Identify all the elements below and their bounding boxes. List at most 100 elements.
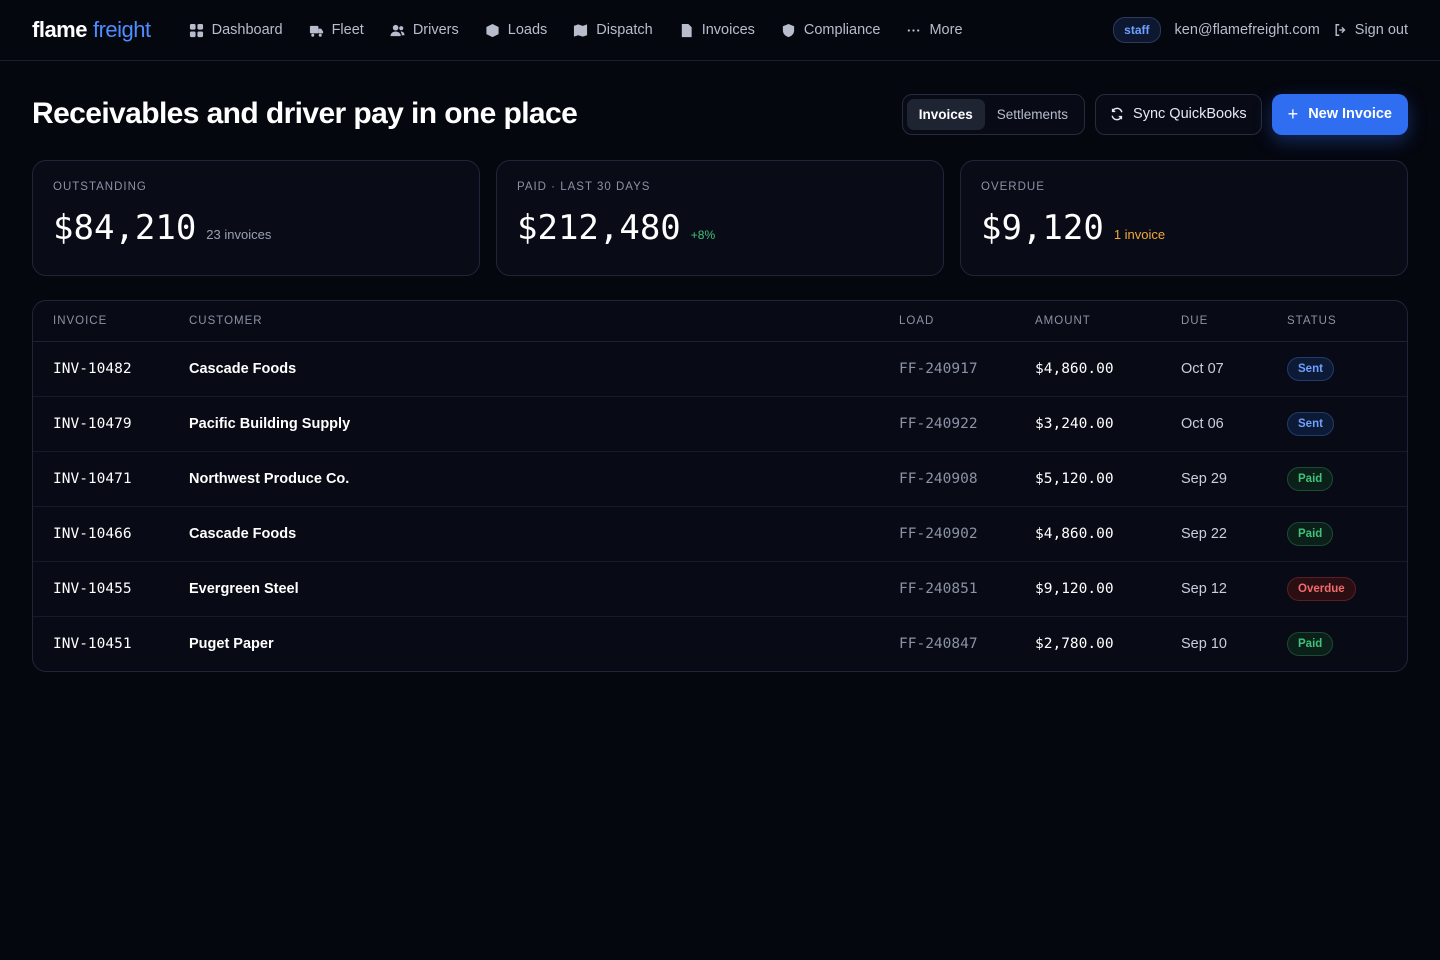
- status-cell: Sent: [1287, 341, 1407, 397]
- customer-name: Evergreen Steel: [189, 561, 899, 617]
- invoice-amount: $2,780.00: [1035, 635, 1114, 652]
- invoice-amount: $4,860.00: [1035, 341, 1181, 397]
- invoice-amount: $5,120.00: [1035, 451, 1181, 507]
- nav-item-drivers[interactable]: Drivers: [390, 22, 459, 38]
- role-badge: staff: [1113, 17, 1161, 43]
- view-toggle: Invoices Settlements: [901, 93, 1086, 135]
- invoice-id[interactable]: INV-10466: [33, 506, 189, 562]
- column-header-amount[interactable]: AMOUNT: [1035, 301, 1181, 342]
- stat-sub[interactable]: 1 invoice: [1114, 227, 1165, 242]
- column-header-load[interactable]: LOAD: [899, 301, 1035, 342]
- due-date: Sep 12: [1181, 561, 1287, 617]
- customer-name: Puget Paper: [189, 635, 274, 652]
- nav-item-dashboard[interactable]: Dashboard: [189, 22, 283, 38]
- stat-card-overdue: OVERDUE $9,120 1 invoice: [960, 160, 1408, 276]
- table-row[interactable]: INV-10482 Cascade Foods FF-240917 $4,860.00…: [33, 341, 1407, 397]
- stat-label: OUTSTANDING: [53, 181, 147, 193]
- stat-change: +8%: [690, 228, 716, 242]
- invoices-table: INVOICE CUSTOMER LOAD AMOUNT DUE STATUS …: [32, 300, 1408, 672]
- status-badge: Paid: [1287, 521, 1334, 546]
- shield-icon: [782, 23, 795, 37]
- nav-label: Dashboard: [211, 22, 283, 38]
- tab-invoices[interactable]: Invoices: [906, 98, 985, 130]
- stats-row: OUTSTANDING $84,210 23 invoices PAID · L…: [0, 160, 1440, 276]
- load-id: FF-240917: [899, 341, 1035, 397]
- brand-part-2: freight: [92, 17, 151, 42]
- due-date: Oct 06: [1181, 396, 1287, 452]
- plus-icon: +: [1287, 104, 1299, 124]
- table-row[interactable]: INV-10455 Evergreen Steel FF-240851 $9,120.…: [33, 561, 1407, 617]
- table-row[interactable]: INV-10471 Northwest Produce Co. FF-240908 $…: [33, 451, 1407, 507]
- table-row[interactable]: INV-10479 Pacific Building Supply FF-24092…: [33, 396, 1407, 452]
- header-actions: Invoices Settlements Sync QuickBooks + N…: [901, 93, 1408, 135]
- table-row[interactable]: INV-10466 Cascade Foods FF-240902 $4,860.00…: [33, 506, 1407, 562]
- stat-label: OVERDUE: [981, 181, 1045, 193]
- page-header: Receivables and driver pay in one place …: [0, 93, 1440, 135]
- load-id: FF-240847: [899, 635, 978, 652]
- customer-name: Pacific Building Supply: [189, 396, 899, 452]
- status-badge: Paid: [1287, 631, 1334, 656]
- sign-out-icon: [1335, 24, 1346, 36]
- nav-label: Invoices: [701, 22, 755, 38]
- page-title: Receivables and driver pay in one place: [32, 97, 578, 130]
- sign-out-button[interactable]: Sign out: [1334, 22, 1408, 38]
- box-icon: [486, 23, 499, 37]
- brand-part-1: flame: [32, 17, 87, 42]
- nav-item-fleet[interactable]: Fleet: [309, 22, 364, 38]
- top-navbar: flame freight Dashboard Fleet Drivers Lo…: [0, 0, 1440, 61]
- main-nav: Dashboard Fleet Drivers Loads Dispatch I…: [189, 22, 963, 38]
- nav-item-invoices[interactable]: Invoices: [679, 22, 755, 38]
- table-row[interactable]: INV-10451 Puget Paper FF-240847 $2,780.00 Se…: [33, 616, 1407, 671]
- nav-label: Compliance: [803, 22, 881, 38]
- invoice-id[interactable]: INV-10482: [33, 341, 189, 397]
- invoice-id[interactable]: INV-10471: [33, 451, 189, 507]
- tab-settlements[interactable]: Settlements: [985, 99, 1080, 130]
- invoice-amount: $4,860.00: [1035, 506, 1181, 562]
- refresh-icon: [1111, 107, 1123, 121]
- new-invoice-label: New Invoice: [1308, 106, 1392, 122]
- invoice-id[interactable]: INV-10451: [33, 616, 189, 671]
- map-icon: [574, 23, 588, 37]
- due-date: Sep 10: [1181, 635, 1227, 652]
- due-date: Oct 07: [1181, 341, 1287, 397]
- load-id: FF-240908: [899, 451, 1035, 507]
- document-icon: [681, 23, 692, 37]
- dashboard-icon: [189, 23, 203, 37]
- column-header-status[interactable]: STATUS: [1287, 301, 1407, 342]
- status-badge: Overdue: [1287, 576, 1356, 601]
- column-header-customer[interactable]: CUSTOMER: [189, 301, 899, 342]
- truck-icon: [309, 25, 323, 37]
- ellipsis-icon: [908, 28, 920, 32]
- stat-label: PAID · LAST 30 DAYS: [517, 181, 651, 193]
- column-header-invoice[interactable]: INVOICE: [33, 301, 189, 342]
- column-header-due[interactable]: DUE: [1181, 301, 1287, 342]
- due-date: Sep 29: [1181, 451, 1287, 507]
- customer-name: Northwest Produce Co.: [189, 451, 899, 507]
- invoice-id[interactable]: INV-10455: [33, 561, 189, 617]
- load-id: FF-240922: [899, 396, 1035, 452]
- user-email: ken@flamefreight.com: [1174, 22, 1320, 38]
- table-header-row: INVOICE CUSTOMER LOAD AMOUNT DUE STATUS: [33, 301, 1407, 342]
- nav-item-loads[interactable]: Loads: [485, 22, 548, 38]
- status-badge: Paid: [1287, 466, 1334, 491]
- nav-label: Loads: [507, 22, 548, 38]
- nav-item-more[interactable]: More: [906, 22, 963, 38]
- invoice-id[interactable]: INV-10479: [33, 396, 189, 452]
- nav-label: Dispatch: [596, 22, 653, 38]
- customer-name: Cascade Foods: [189, 341, 899, 397]
- status-cell: Overdue: [1287, 561, 1407, 617]
- stat-value: $9,120: [981, 208, 1104, 248]
- users-icon: [390, 24, 405, 36]
- brand-logo[interactable]: flame freight: [32, 17, 151, 43]
- invoice-amount: $9,120.00: [1035, 561, 1181, 617]
- sync-quickbooks-button[interactable]: Sync QuickBooks: [1095, 93, 1262, 135]
- nav-item-dispatch[interactable]: Dispatch: [573, 22, 653, 38]
- nav-label: More: [929, 22, 963, 38]
- stat-card-outstanding: OUTSTANDING $84,210 23 invoices: [32, 160, 480, 276]
- status-badge: Sent: [1287, 356, 1334, 381]
- stat-card-paid: PAID · LAST 30 DAYS $212,480 +8%: [496, 160, 944, 276]
- status-badge: Sent: [1287, 411, 1334, 436]
- invoice-amount: $3,240.00: [1035, 396, 1181, 452]
- nav-item-compliance[interactable]: Compliance: [781, 22, 881, 38]
- new-invoice-button[interactable]: + New Invoice: [1271, 93, 1408, 135]
